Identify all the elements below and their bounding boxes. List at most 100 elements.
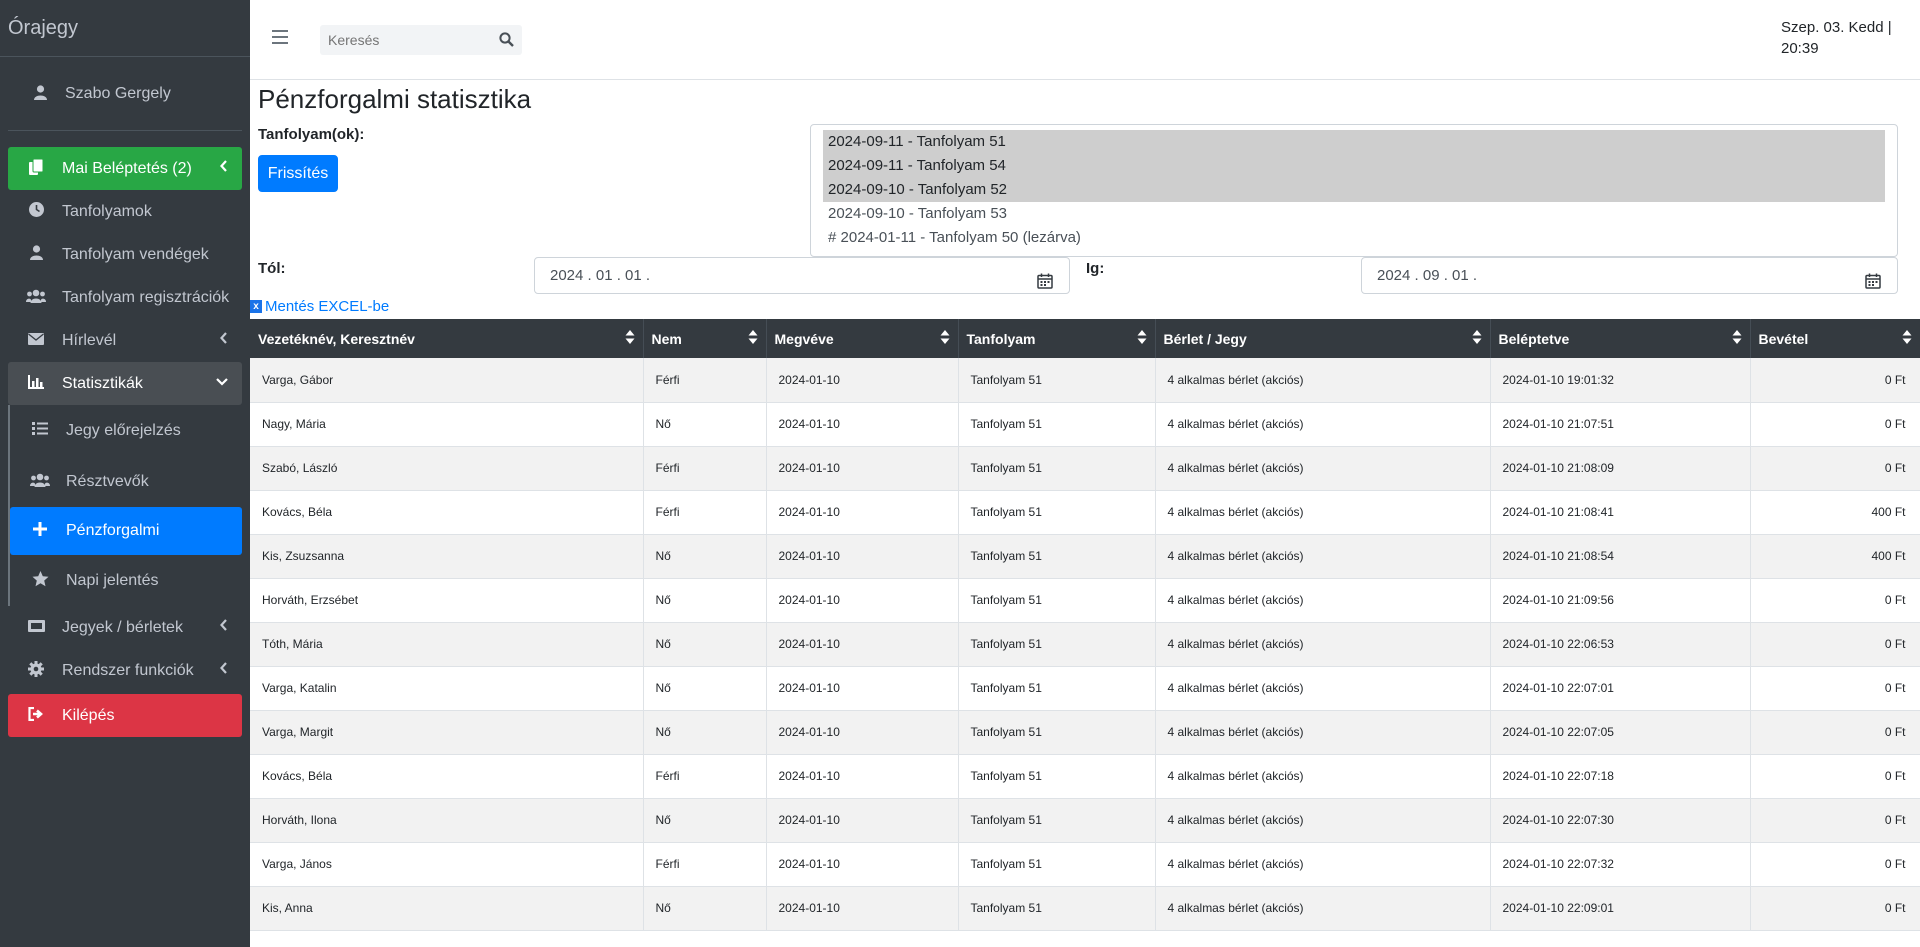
table-cell: Nő (643, 622, 767, 666)
table-cell: Kis, Zsuzsanna (250, 534, 644, 578)
table-row: Szabó, László Férfi 2024-01-10 Tanfolyam 51… (250, 446, 1920, 490)
column-header[interactable]: Nem (643, 319, 767, 358)
sort-icon[interactable] (940, 330, 950, 346)
table-cell: Nő (643, 402, 767, 446)
course-option[interactable]: 2024-09-10 - Tanfolyam 53 (823, 202, 1885, 226)
sidebar-item-courses[interactable]: Tanfolyamok (8, 190, 242, 233)
table-cell: Nő (643, 578, 767, 622)
chevron-down-icon (216, 374, 228, 390)
sidebar-item-participants[interactable]: Résztvevők (10, 456, 242, 507)
sidebar-item-logout[interactable]: Kilépés (8, 694, 242, 737)
sidebar-item-course-registrations[interactable]: Tanfolyam regisztrációk (8, 276, 242, 319)
to-label: Ig: (1086, 260, 1105, 277)
financial-table: Vezetéknév, Keresztnév Nem Megvéve Tanfolya… (250, 319, 1920, 931)
sidebar-item-ticket-forecast[interactable]: Jegy előrejelzés (10, 405, 242, 456)
table-cell: 2024-01-10 (766, 622, 959, 666)
sidebar-item-system-functions[interactable]: Rendszer funkciók (8, 649, 242, 692)
list-icon (30, 422, 50, 439)
table-cell: 2024-01-10 (766, 446, 959, 490)
clock-icon (26, 202, 46, 221)
brand-logo[interactable]: Órajegy (0, 0, 250, 57)
users-icon (30, 473, 50, 491)
table-cell: 4 alkalmas bérlet (akciós) (1155, 534, 1491, 578)
course-multiselect[interactable]: 2024-09-11 - Tanfolyam 51 2024-09-11 - Ta… (810, 124, 1898, 257)
table-cell: 4 alkalmas bérlet (akciós) (1155, 842, 1491, 886)
search-icon[interactable] (499, 32, 514, 50)
sidebar-item-label: Statisztikák (62, 374, 143, 392)
sidebar-item-tickets[interactable]: Jegyek / bérletek (8, 606, 242, 649)
column-header-label: Bérlet / Jegy (1163, 330, 1247, 347)
column-header[interactable]: Bérlet / Jegy (1155, 319, 1491, 358)
chevron-left-icon (220, 661, 228, 677)
column-header-label: Tanfolyam (966, 330, 1036, 347)
export-excel-link[interactable]: x Mentés EXCEL-be (250, 298, 389, 315)
table-cell: Férfi (643, 754, 767, 798)
table-cell: 0 Ft (1750, 666, 1920, 710)
to-date-input[interactable]: 2024 . 09 . 01 . (1361, 257, 1898, 294)
course-option[interactable]: 2024-09-10 - Tanfolyam 52 (823, 178, 1885, 202)
column-header[interactable]: Megvéve (766, 319, 959, 358)
course-option[interactable]: 2024-09-11 - Tanfolyam 54 (823, 154, 1885, 178)
table-cell: Férfi (643, 358, 767, 402)
refresh-button[interactable]: Frissítés (258, 155, 338, 192)
sort-icon[interactable] (625, 330, 635, 346)
column-header-label: Nem (651, 330, 682, 347)
table-cell: Tanfolyam 51 (958, 490, 1156, 534)
table-cell: Varga, Katalin (250, 666, 644, 710)
datetime-display: Szep. 03. Kedd | 20:39 (1781, 17, 1901, 59)
calendar-icon[interactable] (1865, 267, 1881, 302)
sort-icon[interactable] (1137, 330, 1147, 346)
export-excel-label: Mentés EXCEL-be (265, 298, 390, 315)
search-input[interactable] (320, 25, 490, 55)
table-cell: 0 Ft (1750, 886, 1920, 930)
table-cell: 0 Ft (1750, 754, 1920, 798)
column-header-label: Beléptetve (1498, 330, 1570, 347)
calendar-icon[interactable] (1037, 267, 1053, 302)
table-row: Tóth, Mária Nő 2024-01-10 Tanfolyam 51 4 alk… (250, 622, 1920, 666)
table-cell: Tanfolyam 51 (958, 358, 1156, 402)
table-row: Kovács, Béla Férfi 2024-01-10 Tanfolyam 51 4… (250, 754, 1920, 798)
sidebar: Órajegy Szabo Gergely Mai Beléptetés (2)… (0, 0, 250, 947)
users-icon (26, 289, 46, 307)
column-header[interactable]: Tanfolyam (958, 319, 1156, 358)
sort-icon[interactable] (1902, 330, 1912, 346)
sidebar-item-label: Jegy előrejelzés (66, 421, 181, 439)
table-cell: 4 alkalmas bérlet (akciós) (1155, 666, 1491, 710)
statistics-submenu: Jegy előrejelzés Résztvevők Pénzforgalmi… (8, 405, 242, 606)
column-header[interactable]: Vezetéknév, Keresztnév (250, 319, 644, 358)
column-header-label: Bevétel (1758, 330, 1809, 347)
sidebar-item-newsletter[interactable]: Hírlevél (8, 319, 242, 362)
copy-icon (26, 158, 46, 179)
main-content: Pénzforgalmi statisztika Tanfolyam(ok): … (250, 80, 1920, 947)
from-label: Tól: (258, 260, 286, 277)
table-cell: Kovács, Béla (250, 490, 644, 534)
excel-icon: x (250, 300, 262, 313)
menu-toggle-icon[interactable] (272, 30, 288, 48)
table-cell: Tanfolyam 51 (958, 446, 1156, 490)
course-option[interactable]: # 2024-01-11 - Tanfolyam 50 (lezárva) (823, 226, 1885, 250)
table-cell: Tóth, Mária (250, 622, 644, 666)
table-cell: 2024-01-10 (766, 666, 959, 710)
table-cell: 2024-01-10 22:07:05 (1490, 710, 1751, 754)
column-header[interactable]: Beléptetve (1490, 319, 1751, 358)
column-header[interactable]: Bevétel (1750, 319, 1920, 358)
sort-icon[interactable] (1472, 330, 1482, 346)
sort-icon[interactable] (748, 330, 758, 346)
sidebar-item-financial[interactable]: Pénzforgalmi (10, 507, 242, 555)
table-row: Horváth, Erzsébet Nő 2024-01-10 Tanfolyam 5… (250, 578, 1920, 622)
course-option[interactable]: 2024-09-11 - Tanfolyam 51 (823, 130, 1885, 154)
table-cell: 0 Ft (1750, 358, 1920, 402)
from-date-value: 2024 . 01 . 01 . (550, 267, 651, 284)
sidebar-item-course-guests[interactable]: Tanfolyam vendégek (8, 233, 242, 276)
sidebar-nav: Mai Beléptetés (2) Tanfolyamok Tanfolyam… (0, 131, 250, 737)
sidebar-item-label: Rendszer funkciók (62, 661, 194, 679)
table-cell: 400 Ft (1750, 490, 1920, 534)
to-date-value: 2024 . 09 . 01 . (1377, 267, 1478, 284)
sort-icon[interactable] (1732, 330, 1742, 346)
table-cell: Szabó, László (250, 446, 644, 490)
user-panel[interactable]: Szabo Gergely (8, 57, 242, 131)
from-date-input[interactable]: 2024 . 01 . 01 . (534, 257, 1070, 294)
sidebar-item-daily-checkin[interactable]: Mai Beléptetés (2) (8, 147, 242, 190)
sidebar-item-statistics[interactable]: Statisztikák (8, 362, 242, 405)
sidebar-item-daily-report[interactable]: Napi jelentés (10, 555, 242, 606)
